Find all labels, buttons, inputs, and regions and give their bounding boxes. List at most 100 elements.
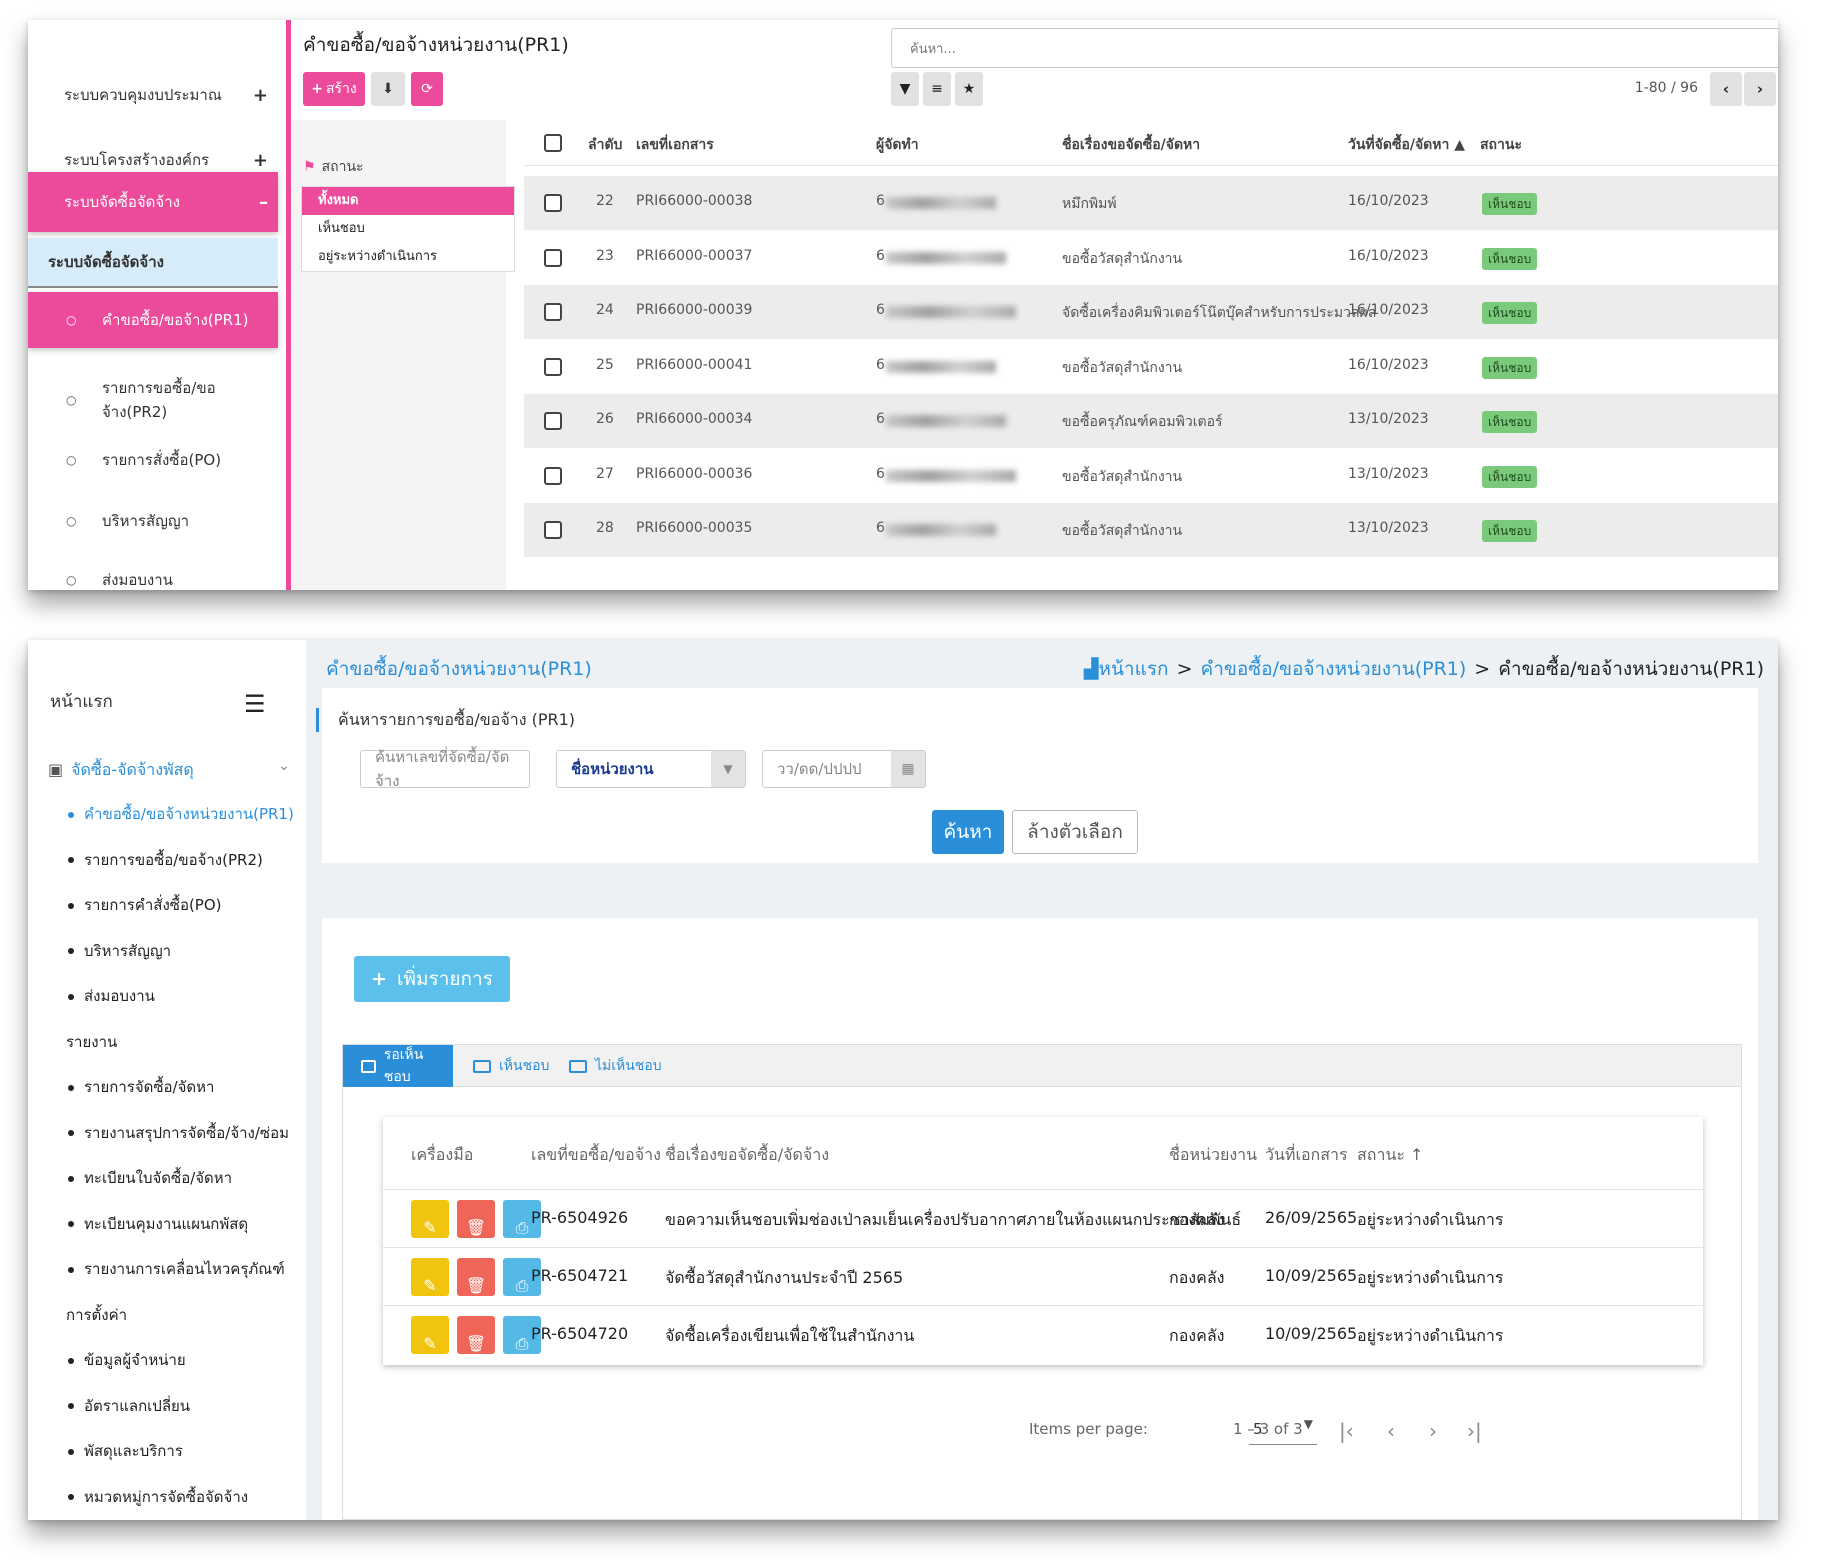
col-seq[interactable]: ลำดับ [588,134,622,156]
row-checkbox[interactable] [544,194,562,212]
sidebar-settings-item[interactable]: พัสดุและบริการ [68,1439,183,1463]
row-checkbox[interactable] [544,303,562,321]
breadcrumb-current: คำขอซื้อ/ขอจ้างหน่วยงาน(PR1) [1498,658,1764,680]
col-status[interactable]: สถานะ [1480,134,1522,156]
last-page-icon[interactable]: ›| [1467,1419,1482,1443]
col-unit[interactable]: ชื่อหน่วยงาน [1169,1143,1257,1168]
plus-icon: + [252,149,268,171]
sidebar-item-delivery[interactable]: ○ ส่งมอบงาน [28,552,278,590]
edit-button[interactable]: ✎ [411,1316,449,1354]
sidebar-report-item[interactable]: ทะเบียนคุมงานแผนกพัสดุ [68,1212,248,1236]
row-checkbox[interactable] [544,521,562,539]
sidebar-settings-item[interactable]: อัตราแลกเปลี่ยน [68,1394,190,1418]
sidebar-section-label: ระบบโครงสร้างองค์กร [64,151,210,169]
columns-button[interactable]: ≡ [923,72,951,106]
filter-option-approved[interactable]: เห็นชอบ [302,215,514,243]
delete-button[interactable]: 🗑 [457,1200,495,1238]
sidebar-group-procurement[interactable]: ▣ จัดซื้อ-จัดจ้างพัสดุ ⌄ [48,758,290,783]
trash-icon: 🗑 [465,1218,487,1237]
create-button[interactable]: + สร้าง [303,72,365,106]
prev-page-icon[interactable]: ‹ [1387,1419,1395,1443]
add-item-button[interactable]: + เพิ่มรายการ [354,956,510,1002]
sidebar-settings-item[interactable]: ข้อมูลผู้จำหน่าย [68,1348,186,1372]
plus-icon: + [371,968,387,990]
sidebar-item-pr1[interactable]: ○ คำขอซื้อ/ขอจ้าง(PR1) [28,292,278,348]
sidebar-section-budget[interactable]: ระบบควบคุมงบประมาณ + [28,65,278,125]
hamburger-icon[interactable]: ☰ [244,690,266,718]
search-input[interactable]: ค้นหา... ⌕ [891,28,1778,68]
first-page-icon[interactable]: |‹ [1339,1419,1354,1443]
calendar-icon[interactable]: ▦ [891,751,925,787]
star-icon: ★ [962,81,976,97]
sidebar-item[interactable]: บริหารสัญญา [68,939,171,963]
sidebar-report-item[interactable]: ทะเบียนใบจัดซื้อ/จัดหา [68,1166,232,1190]
row-checkbox[interactable] [544,466,562,485]
col-doc-no[interactable]: เลขที่เอกสาร [636,134,714,156]
next-page-button[interactable]: › [1744,72,1776,106]
sidebar-item[interactable]: ส่งมอบงาน [68,984,155,1008]
col-doc-no[interactable]: เลขที่ขอซื้อ/ขอจ้าง [531,1143,661,1168]
edit-button[interactable]: ✎ [411,1258,449,1296]
col-date[interactable]: วันที่จัดซื้อ/จัดหา ▲ [1348,134,1465,156]
sidebar-report-item[interactable]: รายการจัดซื้อ/จัดหา [68,1075,214,1099]
sidebar-item-pr2[interactable]: ○ รายการขอซื้อ/ขอจ้าง(PR2) [28,372,278,428]
select-all-checkbox[interactable] [544,134,562,152]
doc-number-input[interactable]: ค้นหาเลขที่จัดซื้อ/จัดจ้าง [360,748,530,790]
table-row[interactable]: 26 PRI66000-00034 6 ขอซื้อครุภัณฑ์คอมพิวเตอ… [524,394,1778,448]
row-checkbox[interactable] [544,248,562,267]
breadcrumb-parent[interactable]: คำขอซื้อ/ขอจ้างหน่วยงาน(PR1) [1200,658,1466,680]
sidebar-home[interactable]: หน้าแรก [50,688,113,715]
redacted-name [886,524,996,536]
col-subject[interactable]: ชื่อเรื่องขอจัดซื้อ/จัดจ้าง [665,1143,829,1168]
circle-icon: ○ [66,393,77,407]
col-status[interactable]: สถานะ ↑ [1357,1143,1423,1168]
sidebar-item-po[interactable]: ○ รายการสั่งซื้อ(PO) [28,432,278,488]
favorite-button[interactable]: ★ [955,72,983,106]
table-row[interactable]: 27 PRI66000-00036 6 ขอซื้อวัสดุสำนักงาน 13/1… [524,449,1778,503]
date-input[interactable]: วว/ดด/ปปปป ▦ [762,750,926,788]
sidebar-item-label: บริหารสัญญา [102,512,190,530]
breadcrumb-home[interactable]: หน้าแรก [1098,658,1168,680]
table-row[interactable]: 24 PRI66000-00039 6 จัดซื้อเครื่องคิมพิวเตอ… [524,285,1778,339]
table-row[interactable]: 28 PRI66000-00035 6 ขอซื้อวัสดุสำนักงาน 13/1… [524,503,1778,557]
download-button[interactable]: ⬇ [371,72,405,106]
status-badge: เห็นชอบ [1482,411,1538,433]
sidebar-settings-item[interactable]: หมวดหมู่การจัดซื้อจัดจ้าง [68,1485,248,1509]
tab-rejected[interactable]: ไม่เห็นชอบ [551,1045,680,1087]
status-badge: เห็นชอบ [1482,465,1538,488]
col-date[interactable]: วันที่เอกสาร [1265,1143,1348,1168]
prev-page-button[interactable]: ‹ [1710,72,1742,106]
sidebar-item-contract[interactable]: ○ บริหารสัญญา [28,493,278,549]
edit-button[interactable]: ✎ [411,1200,449,1238]
cell-date: 10/09/2565 [1265,1324,1358,1343]
unit-select-value: ชื่อหน่วยงาน [571,760,654,778]
sidebar-item[interactable]: คำขอซื้อ/ขอจ้างหน่วยงาน(PR1) [68,802,294,826]
sidebar-report-item[interactable]: รายงานการเคลื่อนไหวครุภัณฑ์ [68,1257,285,1281]
cell-subject: ขอซื้อวัสดุสำนักงาน [1062,523,1183,539]
tab-pending[interactable]: รอเห็นชอบ [343,1045,453,1087]
col-subject[interactable]: ชื่อเรื่องขอจัดซื้อ/จัดหา [1062,134,1200,156]
sidebar-item[interactable]: รายการขอซื้อ/ขอจ้าง(PR2) [68,848,263,872]
sidebar-section-procurement[interactable]: ระบบจัดซื้อจัดจ้าง – [28,172,278,232]
row-checkbox[interactable] [544,412,562,430]
filter-option-in-progress[interactable]: อยู่ระหว่างดำเนินการ [302,243,514,271]
table-row[interactable]: 23 PRI66000-00037 6 ขอซื้อวัสดุสำนักงาน 16/1… [524,231,1778,285]
sidebar-item[interactable]: รายการคำสั่งซื้อ(PO) [68,893,222,917]
col-requester[interactable]: ผู้จัดทำ [876,134,919,156]
filter-button[interactable]: ▼ [891,72,919,106]
table-row[interactable]: 22 PRI66000-00038 6 หมึกพิมพ์ 16/10/2023 เห็น… [524,176,1778,230]
delete-button[interactable]: 🗑 [457,1316,495,1354]
delete-button[interactable]: 🗑 [457,1258,495,1296]
bullet-icon [68,1130,74,1136]
filter-option-all[interactable]: ทั้งหมด [302,187,514,215]
row-checkbox[interactable] [544,357,562,376]
search-button[interactable]: ค้นหา [932,810,1004,854]
sidebar-report-item[interactable]: รายงานสรุปการจัดซื้อ/จ้าง/ซ่อม [68,1121,289,1145]
clear-button[interactable]: ล้างตัวเลือก [1012,810,1138,854]
next-page-icon[interactable]: › [1429,1419,1437,1443]
table-row[interactable]: 25 PRI66000-00041 6 ขอซื้อวัสดุสำนักงาน 16/1… [524,340,1778,394]
breadcrumb: ▟หน้าแรก > คำขอซื้อ/ขอจ้างหน่วยงาน(PR1) > คำ… [1084,654,1764,684]
pencil-icon: ✎ [423,1218,437,1237]
unit-select[interactable]: ชื่อหน่วยงาน ▼ [556,750,746,788]
refresh-button[interactable]: ⟳ [411,72,443,106]
